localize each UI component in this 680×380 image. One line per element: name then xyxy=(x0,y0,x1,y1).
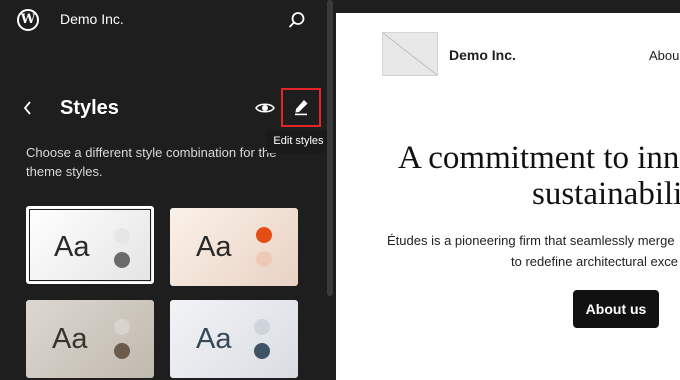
style-color-swatch xyxy=(254,319,270,335)
sidebar-scrollbar[interactable] xyxy=(327,0,333,296)
wordpress-logo-icon[interactable]: W xyxy=(17,9,39,31)
site-name[interactable]: Demo Inc. xyxy=(60,11,124,27)
site-logo-placeholder xyxy=(382,32,438,76)
edit-styles-tooltip: Edit styles xyxy=(267,130,330,153)
styles-sidebar: W Demo Inc. Styles Choose a different st… xyxy=(0,0,336,380)
editor-topbar: W Demo Inc. xyxy=(0,0,336,40)
chevron-left-icon[interactable] xyxy=(21,99,35,117)
preview-site-name[interactable]: Demo Inc. xyxy=(449,47,516,63)
nav-item-about[interactable]: Abou xyxy=(649,48,679,63)
search-icon[interactable] xyxy=(288,11,306,29)
style-color-swatch xyxy=(114,319,130,335)
hero-body-text: Études is a pioneering firm that seamles… xyxy=(387,233,675,248)
style-sample-text: Aa xyxy=(196,323,232,355)
hero-headline-continued: sustainabilit xyxy=(532,176,680,212)
style-sample-text: Aa xyxy=(196,231,232,263)
style-color-swatch xyxy=(256,227,272,243)
style-color-swatch xyxy=(114,343,130,359)
hero-headline: A commitment to inn xyxy=(398,140,680,176)
pencil-icon xyxy=(295,100,308,116)
about-us-button[interactable]: About us xyxy=(573,290,659,328)
style-color-swatch xyxy=(114,228,130,244)
panel-title: Styles xyxy=(60,97,119,119)
edit-styles-button[interactable] xyxy=(281,88,321,127)
hero-body-text-continued: to redefine architectural exce xyxy=(511,254,678,269)
site-preview: Demo Inc. Abou A commitment to inn susta… xyxy=(336,13,680,380)
style-color-swatch xyxy=(114,252,130,268)
style-sample-text: Aa xyxy=(54,231,90,263)
style-color-swatch xyxy=(254,343,270,359)
style-color-swatch xyxy=(256,251,272,267)
style-variation-card[interactable]: Aa xyxy=(170,300,298,378)
eye-icon[interactable] xyxy=(254,100,276,116)
style-variation-card[interactable]: Aa xyxy=(26,206,154,284)
style-variation-card[interactable]: Aa xyxy=(26,300,154,378)
style-sample-text: Aa xyxy=(52,323,88,355)
style-variation-card[interactable]: Aa xyxy=(170,208,298,286)
